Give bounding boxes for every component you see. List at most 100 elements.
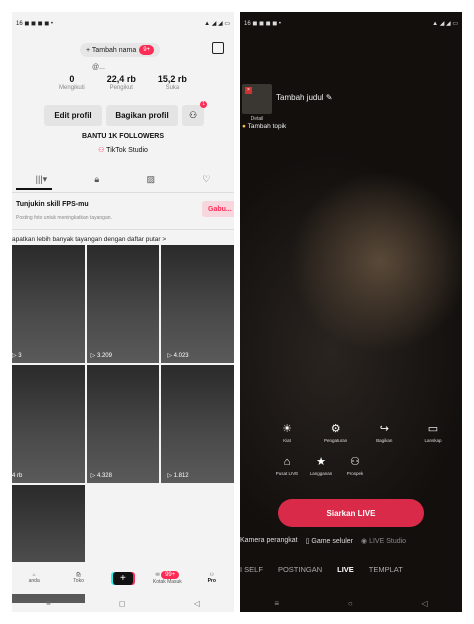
nav-label: Kotak Masuk (152, 579, 182, 585)
landscape-icon: ▭ (427, 423, 439, 435)
profile-stats: 0 Mengikuti 22,4 rb Pengikut 15,2 rb Suk… (12, 74, 234, 91)
stat-label: Pengikut (109, 85, 133, 91)
home-button-icon[interactable]: ◻ (119, 599, 126, 608)
home-button-icon[interactable]: ○ (348, 599, 353, 608)
video-thumbnail[interactable]: ▷ 4.328 (86, 365, 160, 483)
inbox-icon: ✉ 99+ (147, 571, 187, 579)
view-count: ▷ 3.209 (90, 353, 112, 359)
stat-value: 15,2 rb (157, 74, 187, 84)
option-mobile-game[interactable]: ▯ Game seluler (306, 537, 353, 545)
liked-tab-icon[interactable]: ♡ (202, 174, 210, 185)
view-count: ▷ 3 (12, 353, 22, 359)
mode-post[interactable]: POSTINGAN (278, 565, 322, 574)
bio-text: BANTU 1K FOLLOWERS (81, 133, 165, 140)
tools-row: ⌂ Pusat LIVE ★ Langganan ⚇ Prospek (270, 455, 450, 476)
gear-icon: ⚙ (330, 423, 341, 435)
share-icon: ↪ (379, 423, 389, 435)
stat-following[interactable]: 0 Mengikuti (59, 74, 85, 91)
repost-tab-icon[interactable]: ▨ (146, 174, 155, 185)
tool-label: Lanskap (424, 438, 442, 443)
nav-shop[interactable]: 🛍︎ Toko (59, 572, 99, 584)
add-name-label: + Tambah nama (86, 46, 137, 54)
add-name-pill[interactable]: + Tambah nama 9+ (80, 43, 161, 57)
menu-icon[interactable]: ≡ (274, 599, 279, 608)
plus-icon: + (112, 571, 133, 585)
tool-label: Pengaturan (324, 438, 348, 443)
mode-live[interactable]: LIVE (337, 565, 354, 574)
video-thumbnail[interactable]: ▷ 1.812 (161, 365, 234, 483)
video-grid: ▷ 3 ▷ 3.209 ▷ 4.023 4 rb ▷ 4.328 ▷ 1.812 (12, 245, 234, 603)
status-right: ▲ ◢ ◢ ▭ (432, 20, 458, 27)
username-handle: @... (92, 64, 105, 71)
nav-create[interactable]: + (103, 571, 143, 585)
tool-label: Kiat (283, 438, 291, 443)
status-left: 16 ◼ ◼ ◼ ◼ • (16, 20, 54, 27)
profile-actions: Edit profil Bagikan profil ⚇ 1 (44, 101, 207, 126)
join-button[interactable]: Gabu... (202, 201, 234, 217)
nav-inbox[interactable]: ✉ 99+ Kotak Masuk (147, 571, 187, 585)
tool-settings[interactable]: ⚙ Pengaturan (319, 422, 353, 443)
nav-profile[interactable]: ⚇ Pro (192, 572, 232, 584)
live-tools: ☀ Kiat ⚙ Pengaturan ↪ Bagikan ▭ Lanskap ⌂ Pus… (270, 422, 450, 488)
bulb-icon: ☀ (282, 423, 292, 435)
playlist-promo[interactable]: apatkan lebih banyak tayangan dengan daf… (12, 236, 166, 243)
nav-label: Toko (73, 578, 84, 584)
video-thumbnail[interactable]: ▷ 4.023 (161, 245, 234, 363)
star-icon: ★ (316, 456, 326, 468)
video-thumbnail[interactable]: 4 rb (12, 365, 85, 483)
bottom-nav: ⌂ anda 🛍︎ Toko + ✉ 99+ Kotak Masuk ⚇ Pro (12, 562, 234, 594)
status-right: ▲ ◢ ◢ ▭ (204, 20, 230, 27)
status-bar: 16 ◼ ◼ ◼ ◼ • ▲ ◢ ◢ ▭ (12, 12, 234, 34)
tool-share[interactable]: ↪ Bagikan (367, 422, 401, 443)
video-thumbnail[interactable]: ▷ 3 (12, 245, 85, 363)
tool-prospects[interactable]: ⚇ Prospek (338, 455, 372, 476)
system-nav: ≡ ◻ ◁ (12, 594, 234, 612)
source-options: Kamera perangkat ▯ Game seluler ◉ LIVE S… (240, 537, 462, 545)
stat-likes[interactable]: 15,2 rb Suka (158, 74, 187, 91)
back-icon[interactable]: ◁ (421, 599, 427, 608)
view-count: ▷ 4.023 (167, 353, 189, 359)
tool-label: Prospek (346, 471, 364, 476)
back-icon[interactable]: ◁ (194, 599, 200, 608)
topic-icon: ● (242, 123, 246, 130)
go-live-button[interactable]: Siarkan LIVE (278, 499, 424, 527)
stat-value: 22,4 rb (106, 74, 136, 84)
stat-label: Mengikuti (59, 85, 85, 91)
tool-label: Pusat LIVE (275, 471, 299, 476)
view-count: ▷ 1.812 (167, 473, 189, 479)
mode-template[interactable]: TEMPLAT (369, 565, 403, 574)
tool-subscription[interactable]: ★ Langganan (304, 455, 338, 476)
tool-live-center[interactable]: ⌂ Pusat LIVE (270, 455, 304, 476)
tool-landscape[interactable]: ▭ Lanskap (416, 422, 450, 443)
videos-grid-tab-icon[interactable]: |||▾ (36, 174, 48, 185)
edit-profile-button[interactable]: Edit profil (44, 105, 102, 126)
nav-home[interactable]: ⌂ anda (14, 572, 54, 584)
stat-followers[interactable]: 22,4 rb Pengikut (107, 74, 136, 91)
menu-icon[interactable]: ≡ (46, 599, 51, 608)
option-live-studio[interactable]: ◉ LIVE Studio (361, 537, 406, 545)
video-thumbnail[interactable]: ▷ 3.209 (86, 245, 160, 363)
lock-tab-icon[interactable]: 🔒︎ (94, 174, 99, 185)
tools-row: ☀ Kiat ⚙ Pengaturan ↪ Bagikan ▭ Lanskap (270, 422, 450, 443)
add-friend-icon: ⚇ (188, 110, 198, 120)
option-device-camera[interactable]: Kamera perangkat (240, 537, 298, 545)
status-bar: 16 ◼ ◼ ◼ ◼ • ▲ ◢ ◢ ▭ (240, 12, 462, 34)
cover-detail-label: Detail (250, 116, 264, 122)
cover-thumbnail[interactable]: × Detail (242, 84, 272, 122)
tool-tips[interactable]: ☀ Kiat (270, 422, 304, 443)
add-friend-button[interactable]: ⚇ 1 (182, 101, 207, 126)
close-icon[interactable]: × (245, 87, 252, 94)
tiktok-studio-link[interactable]: ⚇ TikTok Studio (12, 146, 234, 154)
home-icon: ⌂ (283, 456, 291, 468)
skill-banner[interactable]: Tunjukin skill FPS-mu Posting foto untuk… (12, 192, 234, 230)
live-setup-screen: 16 ◼ ◼ ◼ ◼ • ▲ ◢ ◢ ▭ × Detail Tambah jud… (240, 12, 462, 612)
favorites-icon[interactable] (212, 42, 224, 54)
inbox-badge: 99+ (161, 571, 180, 579)
add-title-input[interactable]: Tambah judul ✎ (276, 93, 333, 102)
studio-label: TikTok Studio (106, 147, 148, 154)
mode-self[interactable]: I SELF (240, 565, 263, 574)
skill-subtitle: Posting foto untuk meningkatkan tayangan… (16, 215, 112, 221)
share-profile-button[interactable]: Bagikan profil (106, 105, 178, 126)
add-topic-button[interactable]: ● Tambah topik (242, 123, 286, 130)
stat-value: 0 (69, 74, 75, 84)
